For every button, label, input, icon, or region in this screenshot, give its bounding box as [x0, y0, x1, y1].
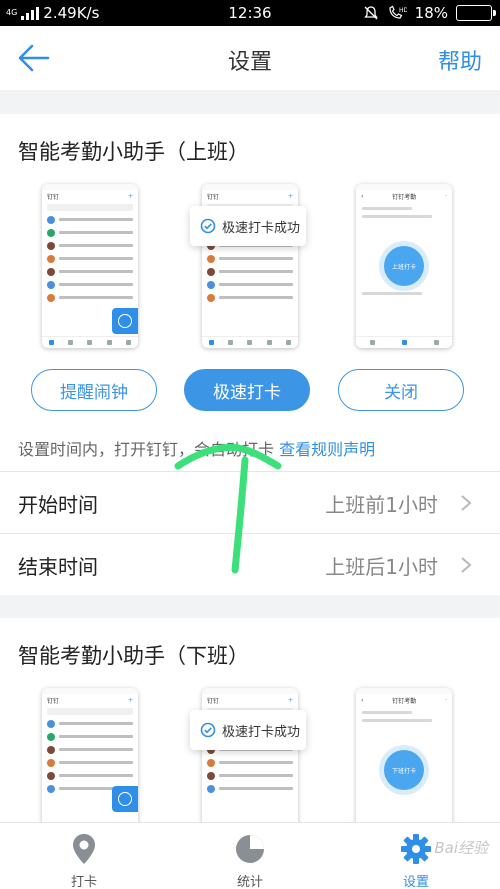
punch-circle-icon: 上班打卡 — [384, 246, 424, 286]
end-time-label: 结束时间 — [18, 555, 98, 579]
tab-punch[interactable]: 打卡 — [34, 831, 134, 889]
alarm-clock-icon — [112, 308, 138, 334]
phone-preview-close: ‹ 钉钉考勤 · 下班打卡 — [356, 688, 452, 822]
end-time-value: 上班后1小时 — [325, 555, 438, 579]
quick-punch-toast: 极速打卡成功 — [190, 206, 306, 246]
phone-preview-close: ‹ 钉钉考勤 · 上班打卡 — [356, 184, 452, 348]
phone-preview-alarm: 钉钉 + — [42, 184, 138, 348]
close-button[interactable]: 关闭 — [338, 369, 464, 411]
page-title: 设置 — [227, 50, 272, 75]
reminder-alarm-button[interactable]: 提醒闹钟 — [31, 369, 157, 411]
status-right: HD 18% — [363, 4, 496, 22]
section-off-duty: 智能考勤小助手（下班） 钉钉 + 钉钉 + 极速打卡成功 ‹ 钉钉考勤 · 下班… — [0, 618, 500, 822]
location-pin-icon — [73, 834, 95, 864]
quick-punch-toast: 极速打卡成功 — [190, 710, 306, 750]
rule-statement-link[interactable]: 查看规则声明 — [279, 440, 375, 459]
toast-text: 极速打卡成功 — [222, 220, 301, 236]
start-time-label: 开始时间 — [18, 493, 98, 517]
pie-chart-icon — [236, 835, 264, 863]
auto-punch-description: 设置时间内，打开钉钉，会自动打卡 查看规则声明 — [18, 436, 375, 460]
nav-bar: 设置 帮助 — [0, 26, 500, 90]
check-circle-icon — [200, 218, 216, 234]
status-bar: 4G 2.49K/s 12:36 HD 18% — [0, 0, 500, 26]
chevron-right-icon — [461, 557, 472, 573]
svg-text:HD: HD — [399, 7, 407, 14]
tab-label: 统计 — [236, 875, 263, 889]
tab-statistics[interactable]: 统计 — [200, 831, 300, 889]
end-time-row[interactable]: 结束时间 上班后1小时 — [0, 533, 500, 595]
description-text: 设置时间内，打开钉钉，会自动打卡 — [18, 440, 275, 459]
phone-preview-alarm: 钉钉 + — [42, 688, 138, 822]
mute-bell-icon — [363, 6, 378, 20]
preview-phones: 钉钉 + 钉钉 + 极速打卡成功 ‹ 钉钉考勤 · 上班打卡 — [0, 184, 500, 354]
mode-buttons: 提醒闹钟 极速打卡 关闭 — [0, 369, 500, 413]
alarm-clock-icon — [112, 786, 138, 812]
bottom-tab-bar: 打卡 统计 设置 Bai经验 — [0, 822, 500, 889]
preview-phones: 钉钉 + 钉钉 + 极速打卡成功 ‹ 钉钉考勤 · 下班打卡 — [0, 688, 500, 822]
toast-text: 极速打卡成功 — [222, 724, 301, 740]
start-time-row[interactable]: 开始时间 上班前1小时 — [0, 471, 500, 533]
chevron-right-icon — [461, 495, 472, 511]
watermark: Bai经验 — [434, 839, 488, 857]
section-title: 智能考勤小助手（下班） — [18, 644, 249, 668]
quick-punch-button[interactable]: 极速打卡 — [184, 369, 310, 411]
section-title: 智能考勤小助手（上班） — [18, 140, 249, 164]
hd-call-icon: HD — [389, 5, 407, 19]
phone-preview-quick-punch: 钉钉 + — [202, 688, 298, 822]
help-button[interactable]: 帮助 — [438, 44, 482, 76]
check-circle-icon — [200, 722, 216, 738]
punch-circle-icon: 下班打卡 — [384, 750, 424, 790]
tab-label: 设置 — [402, 875, 429, 889]
gear-icon — [401, 834, 431, 864]
battery-percent: 18% — [414, 4, 448, 22]
arrow-left-icon[interactable] — [14, 40, 54, 76]
tab-label: 打卡 — [70, 875, 97, 889]
start-time-value: 上班前1小时 — [325, 493, 438, 517]
battery-icon — [456, 5, 496, 21]
